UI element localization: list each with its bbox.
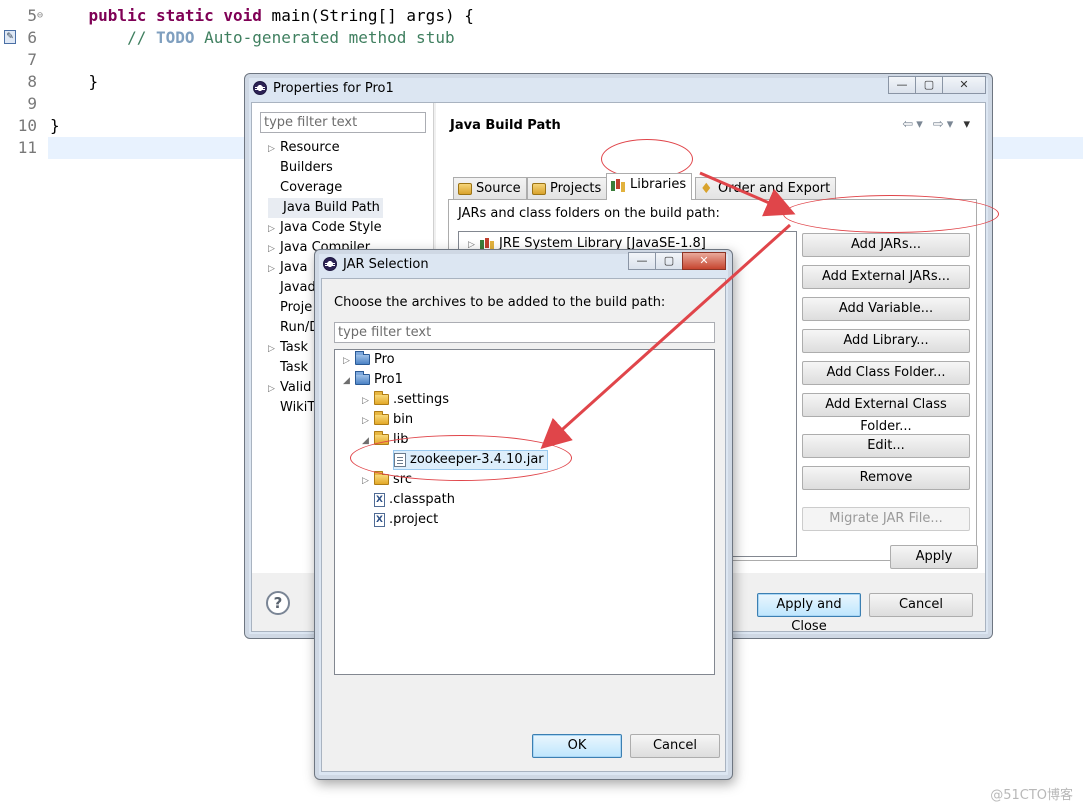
libraries-icon [611,179,626,191]
annotation-arrows [540,171,796,450]
watermark: @51CTO博客 [990,788,1073,803]
tab-libraries[interactable]: Libraries [606,173,693,200]
arrow-to-add-jars [699,171,796,217]
arrow-to-jar-file [540,223,792,450]
